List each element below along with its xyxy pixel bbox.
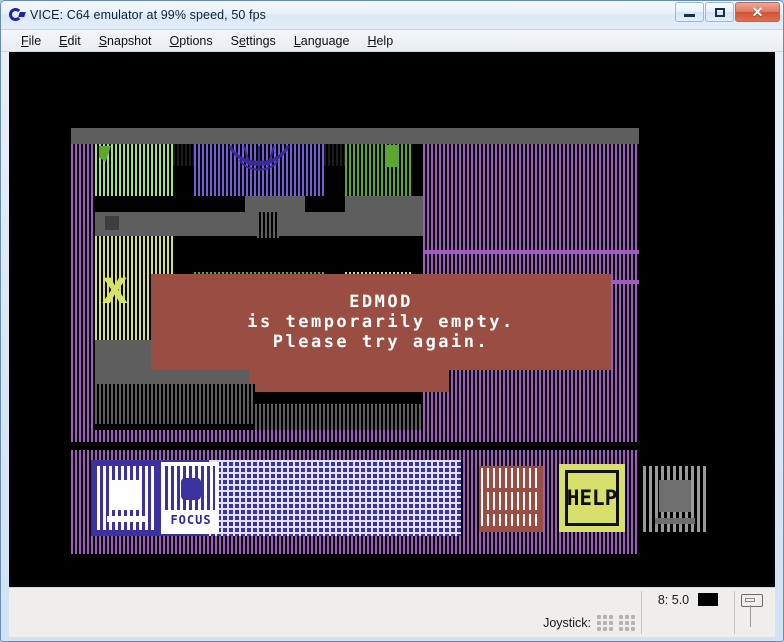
focus-tile-blob bbox=[181, 478, 201, 500]
close-icon: ✕ bbox=[751, 4, 764, 20]
dialog-line-2: is temporarily empty. bbox=[247, 312, 515, 332]
caption-buttons: ✕ bbox=[675, 2, 780, 22]
map-node-marker bbox=[103, 214, 121, 232]
maximize-button[interactable] bbox=[705, 2, 734, 22]
focus-tile[interactable]: FOCUS bbox=[161, 462, 219, 534]
drive-led-icon bbox=[698, 593, 719, 606]
menu-item-settings[interactable]: Settings bbox=[222, 32, 285, 50]
joystick-port-2-icon[interactable] bbox=[619, 615, 635, 631]
map-tick-strip-right bbox=[324, 144, 345, 166]
message-dialog: EDMOD is temporarily empty. Please try a… bbox=[151, 274, 611, 370]
tilebar-base-strip bbox=[71, 542, 639, 554]
drive-label: 8: 5.0 bbox=[657, 593, 690, 607]
vice-commodore-icon bbox=[8, 7, 26, 24]
tape-counter-stem bbox=[750, 605, 751, 627]
selector-tile-center bbox=[111, 480, 141, 510]
menu-item-edit[interactable]: Edit bbox=[50, 32, 90, 50]
map-corridor-horizontal-upper-right bbox=[345, 196, 423, 236]
tape-status-indicator[interactable] bbox=[735, 588, 775, 637]
inventory-tile-shelf-1 bbox=[483, 488, 539, 492]
map-room-upper-right-object bbox=[387, 145, 397, 167]
datasette-icon bbox=[741, 594, 763, 607]
system-tile-center bbox=[659, 480, 691, 512]
map-header-bar bbox=[71, 128, 639, 144]
map-corridor-ladder bbox=[257, 212, 279, 238]
menu-bar: File Edit Snapshot Options Settings Lang… bbox=[1, 30, 783, 52]
inventory-tile[interactable] bbox=[479, 466, 543, 532]
focus-tile-label: FOCUS bbox=[170, 513, 212, 527]
system-tile[interactable] bbox=[643, 466, 707, 532]
emulator-area: x EDMOD is temporarily empty. Please try… bbox=[1, 52, 783, 587]
status-joystick-section: Joystick: bbox=[9, 588, 641, 637]
help-tile[interactable]: HELP bbox=[559, 464, 625, 532]
map-area-right-divider-1 bbox=[423, 250, 639, 254]
c64-bitmap: x EDMOD is temporarily empty. Please try… bbox=[9, 52, 775, 587]
map-room-upper-right bbox=[345, 144, 411, 196]
inventory-tile-shelf-2 bbox=[483, 510, 539, 514]
system-tile-base bbox=[655, 518, 695, 524]
map-tick-strip-left bbox=[173, 144, 194, 166]
menu-item-language[interactable]: Language bbox=[285, 32, 359, 50]
minimize-icon bbox=[684, 14, 695, 17]
map-tick-row-lower bbox=[95, 384, 255, 424]
title-bar: VICE: C64 emulator at 99% speed, 50 fps … bbox=[1, 1, 783, 30]
vice-main-window: VICE: C64 emulator at 99% speed, 50 fps … bbox=[0, 0, 784, 642]
joystick-label: Joystick: bbox=[543, 616, 591, 630]
selector-tile-base bbox=[107, 516, 145, 522]
map-floor-strip bbox=[71, 430, 639, 442]
maximize-icon bbox=[714, 7, 725, 17]
c64-display[interactable]: x EDMOD is temporarily empty. Please try… bbox=[9, 52, 775, 587]
map-dome-object bbox=[228, 145, 290, 171]
joystick-indicator[interactable]: Joystick: bbox=[543, 615, 635, 631]
drive-status-indicator[interactable]: 8: 5.0 bbox=[642, 588, 734, 637]
help-tile-label: HELP bbox=[566, 485, 618, 510]
menu-item-help[interactable]: Help bbox=[358, 32, 402, 50]
inventory-tile-bars bbox=[481, 468, 541, 526]
window-title: VICE: C64 emulator at 99% speed, 50 fps bbox=[30, 8, 266, 22]
joystick-port-1-icon[interactable] bbox=[597, 615, 613, 631]
selector-tile[interactable] bbox=[97, 466, 155, 530]
status-bar: Joystick: 8: 5.0 bbox=[9, 587, 775, 637]
minimize-button[interactable] bbox=[675, 2, 704, 22]
dialog-line-1: EDMOD bbox=[349, 292, 413, 312]
map-column-left bbox=[71, 144, 95, 430]
menu-item-file[interactable]: File bbox=[12, 32, 50, 50]
menu-item-options[interactable]: Options bbox=[161, 32, 222, 50]
map-corridor-horizontal-upper bbox=[95, 212, 345, 236]
map-room-mid-left-glyph: x bbox=[101, 260, 129, 314]
toolbar-plate-texture bbox=[209, 460, 461, 536]
map-tick-row-bottom bbox=[255, 404, 423, 430]
menu-item-snapshot[interactable]: Snapshot bbox=[90, 32, 161, 50]
dialog-line-3: Please try again. bbox=[272, 332, 490, 352]
close-button[interactable]: ✕ bbox=[735, 2, 780, 22]
